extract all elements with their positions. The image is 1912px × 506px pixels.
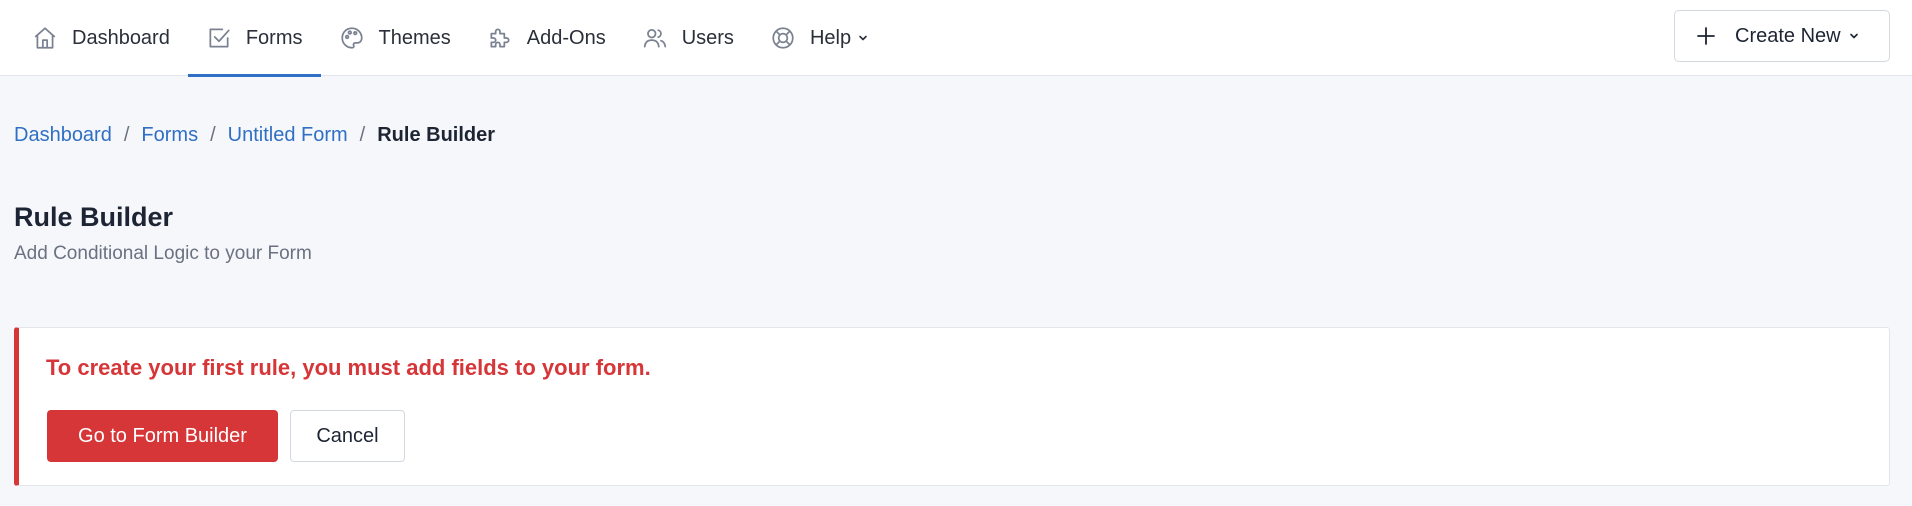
chevron-down-icon bbox=[857, 32, 869, 44]
nav-item-users[interactable]: Users bbox=[624, 0, 752, 76]
top-navigation: Dashboard Forms Themes Add-Ons Users Hel… bbox=[0, 0, 1912, 77]
chevron-down-icon bbox=[1848, 30, 1860, 42]
nav-item-label: Add-Ons bbox=[526, 26, 606, 49]
nav-item-label: Themes bbox=[378, 26, 451, 49]
users-icon bbox=[642, 25, 668, 51]
go-to-form-builder-button[interactable]: Go to Form Builder bbox=[47, 410, 278, 462]
breadcrumb-separator: / bbox=[210, 124, 216, 146]
nav-item-dashboard[interactable]: Dashboard bbox=[14, 0, 188, 76]
home-icon bbox=[32, 25, 58, 51]
breadcrumb-separator: / bbox=[359, 124, 366, 146]
error-alert: To create your first rule, you must add … bbox=[14, 327, 1890, 486]
breadcrumb: Dashboard / Forms / Untitled Form / Rule… bbox=[14, 124, 495, 147]
plus-icon bbox=[1695, 25, 1717, 47]
breadcrumb-separator: / bbox=[123, 124, 130, 146]
lifebuoy-icon bbox=[770, 25, 796, 51]
create-new-label: Create New bbox=[1735, 24, 1841, 47]
nav-item-label: Help bbox=[809, 26, 852, 49]
nav-item-label: Forms bbox=[245, 26, 303, 49]
nav-items: Dashboard Forms Themes Add-Ons Users Hel… bbox=[14, 0, 887, 77]
cancel-button[interactable]: Cancel bbox=[290, 410, 405, 462]
checkbox-icon bbox=[206, 25, 232, 51]
nav-item-label: Dashboard bbox=[72, 26, 170, 49]
nav-item-forms[interactable]: Forms bbox=[187, 0, 321, 77]
breadcrumb-forms[interactable]: Forms bbox=[141, 124, 198, 147]
alert-message: To create your first rule, you must add … bbox=[46, 355, 651, 380]
page-subtitle: Add Conditional Logic to your Form bbox=[14, 243, 312, 264]
page-title: Rule Builder bbox=[14, 202, 174, 232]
nav-item-themes[interactable]: Themes bbox=[321, 0, 469, 76]
nav-item-help[interactable]: Help bbox=[752, 0, 887, 76]
create-new-button[interactable]: Create New bbox=[1674, 10, 1890, 62]
breadcrumb-untitled-form[interactable]: Untitled Form bbox=[228, 124, 348, 147]
palette-icon bbox=[339, 25, 365, 51]
puzzle-icon bbox=[487, 25, 513, 51]
nav-item-label: Users bbox=[681, 26, 734, 49]
breadcrumb-dashboard[interactable]: Dashboard bbox=[14, 124, 112, 147]
breadcrumb-current: Rule Builder bbox=[377, 124, 496, 146]
nav-item-add-ons[interactable]: Add-Ons bbox=[469, 0, 624, 76]
